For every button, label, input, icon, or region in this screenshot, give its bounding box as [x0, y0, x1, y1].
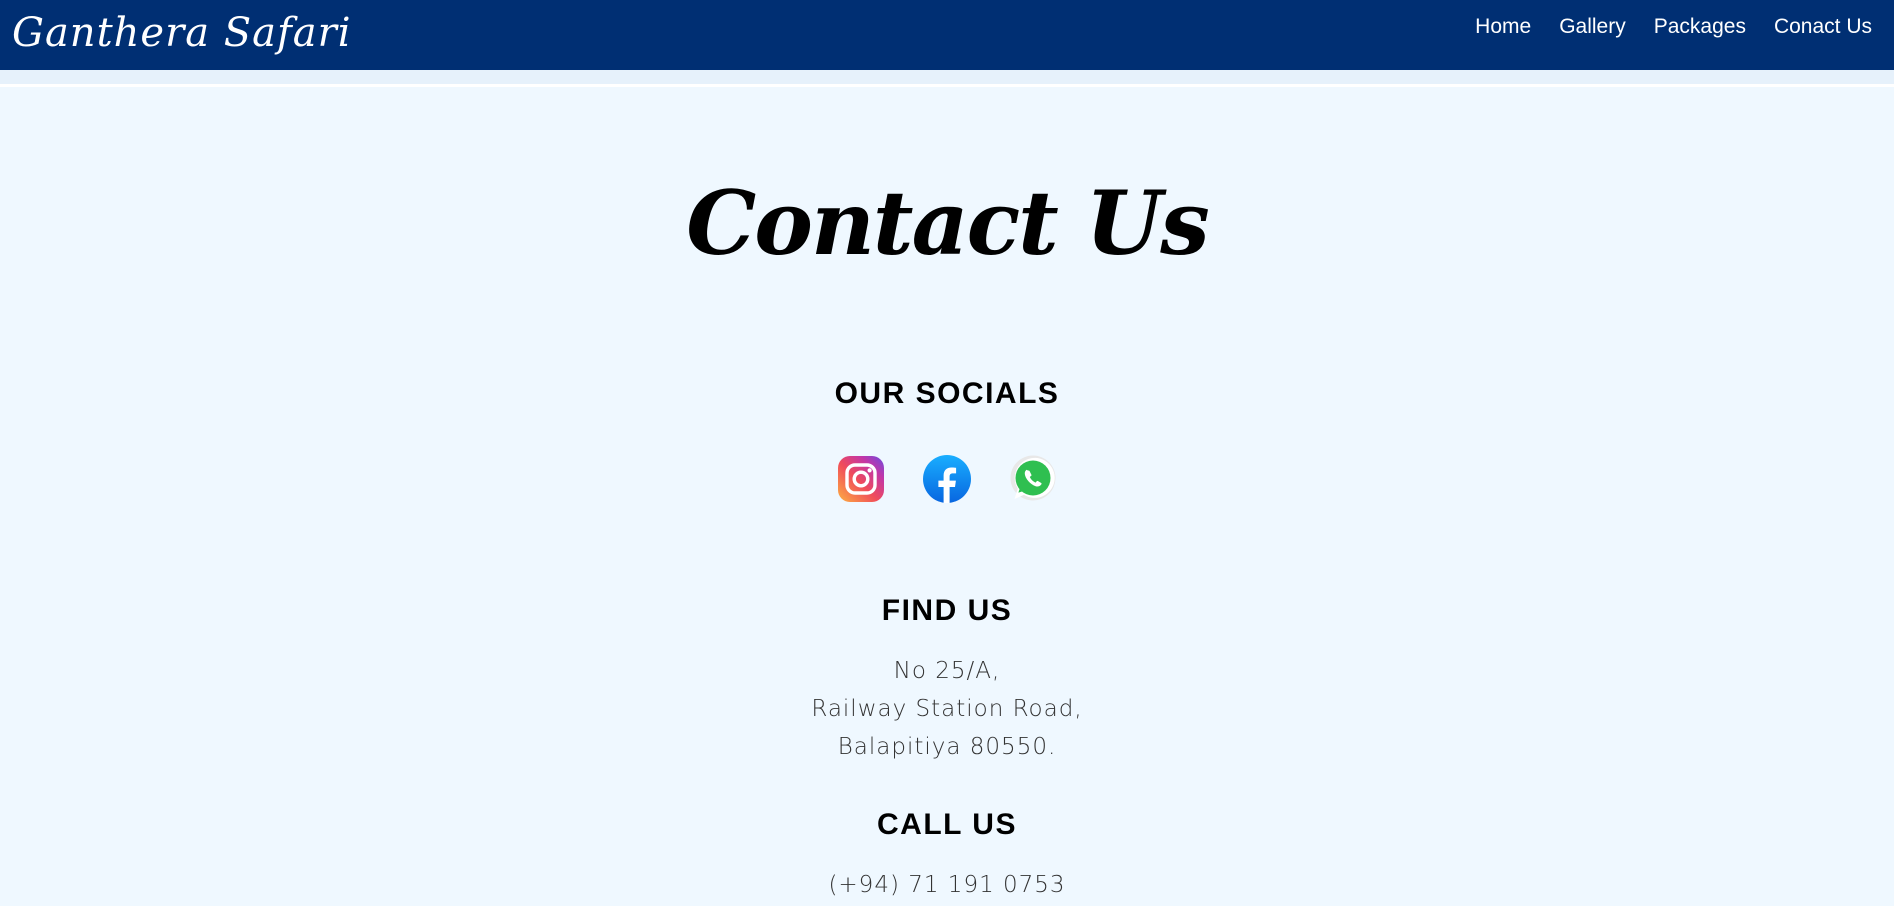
address-line-1: No 25/A, — [893, 658, 1001, 684]
navbar: Ganthera Safari Home Gallery Packages Co… — [0, 0, 1894, 70]
instagram-icon[interactable] — [836, 454, 886, 504]
whatsapp-icon[interactable] — [1008, 454, 1058, 504]
find-us-heading: FIND US — [881, 594, 1013, 627]
call-us-heading: CALL US — [877, 808, 1017, 841]
facebook-icon[interactable] — [922, 454, 972, 504]
nav-home[interactable]: Home — [1475, 12, 1531, 42]
phone-number[interactable]: (+94) 71 191 0753 — [0, 866, 1894, 904]
socials-heading: OUR SOCIALS — [834, 377, 1060, 410]
page-title: Contact Us — [686, 171, 1210, 275]
brand-logo[interactable]: Ganthera Safari — [12, 8, 352, 58]
social-links — [0, 454, 1894, 504]
address-line-2: Railway Station Road, — [811, 696, 1083, 722]
header-divider — [0, 70, 1894, 87]
nav-links: Home Gallery Packages Conact Us — [1475, 12, 1872, 42]
nav-packages[interactable]: Packages — [1654, 12, 1746, 42]
nav-contact-us[interactable]: Conact Us — [1774, 12, 1872, 42]
nav-gallery[interactable]: Gallery — [1559, 12, 1626, 42]
address-line-3: Balapitiya 80550. — [837, 734, 1057, 760]
